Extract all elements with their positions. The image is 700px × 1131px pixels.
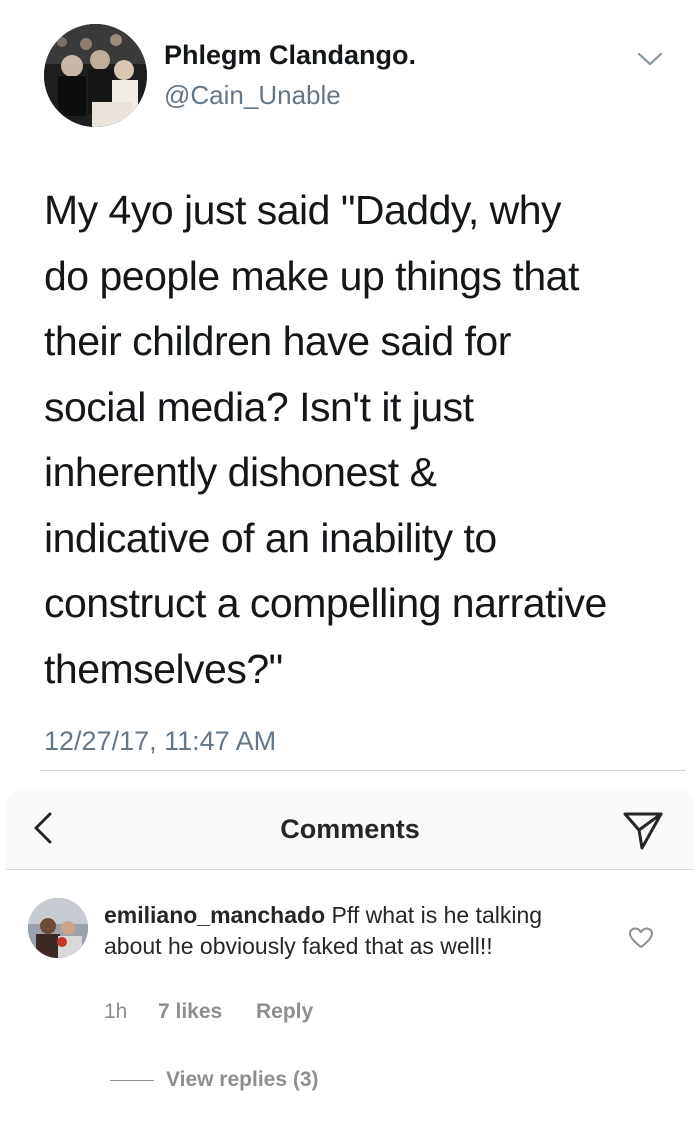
divider xyxy=(40,770,686,771)
heart-icon[interactable] xyxy=(628,926,654,950)
page-title: Comments xyxy=(280,814,420,844)
view-replies-label: View replies (3) xyxy=(166,1068,319,1091)
tweet-text-line: their children have said for xyxy=(44,318,511,364)
comment-item: emiliano_manchado Pff what is he talking… xyxy=(6,870,694,1123)
username-handle[interactable]: @Cain_Unable xyxy=(164,80,341,111)
tweet-text-line: social media? Isn't it just xyxy=(44,383,474,430)
tweet-text-line: inherently dishonest & xyxy=(44,449,437,495)
display-name[interactable]: Phlegm Clandango. xyxy=(164,40,416,71)
tweet-text-line: indicative of an inability to xyxy=(44,514,497,561)
tweet-text-line: construct a compelling narrative xyxy=(44,580,607,626)
tweet-text-line: do people make up things that xyxy=(44,252,579,299)
comment-username[interactable]: emiliano_manchado xyxy=(104,902,325,928)
avatar-photo-icon xyxy=(44,24,147,127)
divider xyxy=(110,1080,154,1081)
reply-button[interactable]: Reply xyxy=(256,1000,313,1024)
comments-header: Comments xyxy=(6,788,694,870)
comment-likes[interactable]: 7 likes xyxy=(158,1000,222,1024)
avatar[interactable] xyxy=(44,24,147,127)
comment-text: emiliano_manchado Pff what is he talking… xyxy=(104,900,594,962)
chevron-down-icon[interactable] xyxy=(636,50,664,68)
tweet-text-line: My 4yo just said "Daddy, why xyxy=(44,187,562,233)
comments-panel: Comments emiliano_manchado Pff what is h… xyxy=(6,788,694,1123)
tweet-text-line: themselves?" xyxy=(44,645,283,692)
avatar-photo-icon xyxy=(28,898,88,958)
comment-time: 1h xyxy=(104,1000,128,1023)
tweet-timestamp[interactable]: 12/27/17, 11:47 AM xyxy=(44,726,276,757)
send-icon[interactable] xyxy=(620,808,666,852)
avatar[interactable] xyxy=(28,898,88,958)
tweet-text: My 4yo just said "Daddy, why do people m… xyxy=(44,178,674,702)
tweet-card: Phlegm Clandango. @Cain_Unable My 4yo ju… xyxy=(0,0,700,772)
